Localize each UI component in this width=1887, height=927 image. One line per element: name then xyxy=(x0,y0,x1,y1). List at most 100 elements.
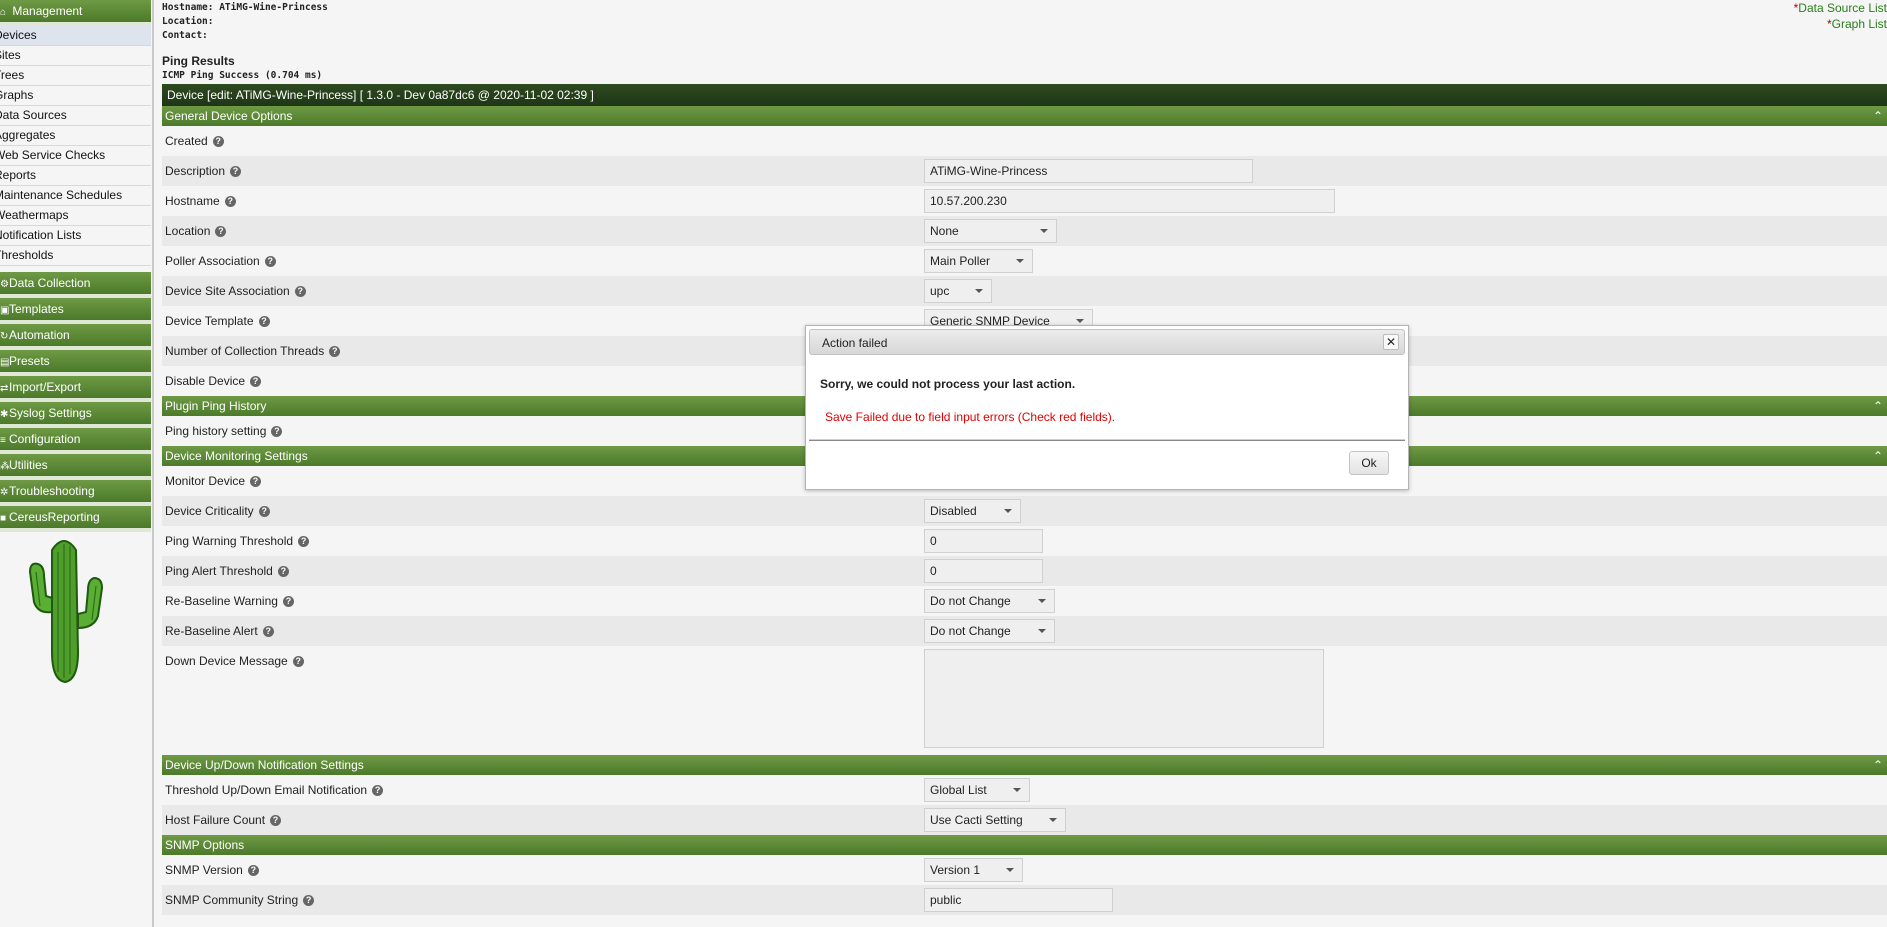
sidebar-item-sites[interactable]: Sites xyxy=(0,46,151,66)
sidebar-item-maintenance-schedules[interactable]: Maintenance Schedules xyxy=(0,186,151,206)
collapse-icon[interactable]: ⌃ xyxy=(1873,446,1883,466)
collapse-icon[interactable]: ⌃ xyxy=(1873,106,1883,126)
sidebar-item-weathermaps[interactable]: Weathermaps xyxy=(0,206,151,226)
field-label: Location? xyxy=(165,224,227,238)
chevron-down-icon xyxy=(1040,229,1048,233)
menu-automation[interactable]: ↻Automation xyxy=(0,324,151,350)
menu-troubleshooting[interactable]: ✲Troubleshooting xyxy=(0,480,151,506)
sidebar-item-aggregates[interactable]: Aggregates xyxy=(0,126,151,146)
help-icon[interactable]: ? xyxy=(247,865,259,876)
field-label: Device Criticality? xyxy=(165,504,270,518)
ping-warning-input[interactable] xyxy=(924,529,1043,553)
report-icon: ■ xyxy=(0,513,7,524)
menu-configuration[interactable]: ≡ Configuration xyxy=(0,428,151,454)
menu-syslog-settings[interactable]: ✱Syslog Settings xyxy=(0,402,151,428)
data-source-list-link[interactable]: Data Source List xyxy=(1798,1,1887,15)
threshold-notification-select[interactable]: Global List xyxy=(924,778,1030,802)
help-icon[interactable]: ? xyxy=(212,136,224,147)
menu-presets[interactable]: ▤Presets xyxy=(0,350,151,376)
sidebar-item-trees[interactable]: Trees xyxy=(0,66,151,86)
snmp-version-select[interactable]: Version 1 xyxy=(924,858,1023,882)
location-select[interactable]: None xyxy=(924,219,1057,243)
section-title: Device Up/Down Notification Settings xyxy=(165,758,364,772)
row-ping-alert: Ping Alert Threshold? xyxy=(162,556,1887,586)
menu-management-label: Management xyxy=(12,4,83,18)
help-icon[interactable]: ? xyxy=(294,286,306,297)
row-down-device-message: Down Device Message? xyxy=(162,646,1887,755)
help-icon[interactable]: ? xyxy=(303,895,315,906)
row-snmp-version: SNMP Version? Version 1 xyxy=(162,855,1887,885)
help-icon[interactable]: ? xyxy=(271,426,283,437)
menu-label: Import/Export xyxy=(9,380,82,394)
field-label: Monitor Device? xyxy=(165,474,262,488)
description-input[interactable] xyxy=(924,159,1253,183)
help-icon[interactable]: ? xyxy=(230,166,242,177)
menu-templates[interactable]: ▣Templates xyxy=(0,298,151,324)
sidebar: ⌂ Management Devices Sites Trees Graphs … xyxy=(0,0,154,927)
gear-icon: ⚙ xyxy=(0,279,9,290)
snmp-community-input[interactable] xyxy=(924,888,1113,912)
row-poller: Poller Association? Main Poller xyxy=(162,246,1887,276)
ok-button[interactable]: Ok xyxy=(1349,451,1389,475)
menu-label: Automation xyxy=(9,328,70,342)
sidebar-item-devices[interactable]: Devices xyxy=(0,26,151,46)
rebaseline-warning-select[interactable]: Do not Change xyxy=(924,589,1055,613)
section-title: Plugin Ping History xyxy=(165,399,267,413)
sidebar-item-web-service-checks[interactable]: Web Service Checks xyxy=(0,146,151,166)
chevron-down-icon xyxy=(1016,259,1024,263)
help-icon[interactable]: ? xyxy=(262,626,274,637)
help-icon[interactable]: ? xyxy=(215,226,227,237)
sidebar-item-thresholds[interactable]: Thresholds xyxy=(0,246,151,266)
collapse-icon[interactable]: ⌃ xyxy=(1873,396,1883,416)
field-label: Created? xyxy=(165,134,224,148)
criticality-select[interactable]: Disabled xyxy=(924,499,1021,523)
help-icon[interactable]: ? xyxy=(264,256,276,267)
help-icon[interactable]: ? xyxy=(258,316,270,327)
refresh-icon: ↻ xyxy=(0,331,9,342)
field-label: Description? xyxy=(165,164,242,178)
help-icon[interactable]: ? xyxy=(258,506,270,517)
field-label: Ping history setting? xyxy=(165,424,283,438)
menu-label: CereusReporting xyxy=(9,510,100,524)
down-device-message-textarea[interactable] xyxy=(924,649,1324,748)
help-icon[interactable]: ? xyxy=(250,476,262,487)
main-content: Hostname: ATiMG-Wine-Princess Location: … xyxy=(162,0,1887,927)
field-label: Re-Baseline Warning? xyxy=(165,594,294,608)
menu-utilities[interactable]: ⁂Utilities xyxy=(0,454,151,480)
help-icon[interactable]: ? xyxy=(298,536,310,547)
menu-label: Templates xyxy=(9,302,64,316)
menu-import-export[interactable]: ⇄Import/Export xyxy=(0,376,151,402)
help-icon[interactable]: ? xyxy=(250,376,262,387)
section-title: General Device Options xyxy=(165,109,293,123)
help-icon[interactable]: ? xyxy=(224,196,236,207)
help-icon[interactable]: ? xyxy=(277,566,289,577)
sidebar-item-graphs[interactable]: Graphs xyxy=(0,86,151,106)
menu-data-collection[interactable]: ⚙Data Collection xyxy=(0,272,151,298)
sidebar-item-reports[interactable]: Reports xyxy=(0,166,151,186)
dialog-titlebar[interactable]: Action failed ✕ xyxy=(809,329,1405,355)
document-icon: ▣ xyxy=(0,305,10,316)
graph-list-link[interactable]: Graph List xyxy=(1832,17,1887,31)
hostname-input[interactable] xyxy=(924,189,1335,213)
host-failure-select[interactable]: Use Cacti Setting xyxy=(924,808,1066,832)
sidebar-item-data-sources[interactable]: Data Sources xyxy=(0,106,151,126)
close-icon[interactable]: ✕ xyxy=(1383,334,1399,350)
collapse-icon[interactable]: ⌃ xyxy=(1873,755,1883,775)
help-icon[interactable]: ? xyxy=(270,815,282,826)
help-icon[interactable]: ? xyxy=(282,596,294,607)
menu-management[interactable]: ⌂ Management xyxy=(0,0,151,26)
poller-select[interactable]: Main Poller xyxy=(924,249,1033,273)
ping-alert-input[interactable] xyxy=(924,559,1043,583)
field-label: Number of Collection Threads? xyxy=(165,344,341,358)
chevron-down-icon xyxy=(1049,818,1057,822)
row-created: Created? xyxy=(162,126,1887,156)
help-icon[interactable]: ? xyxy=(292,656,304,667)
help-icon[interactable]: ? xyxy=(329,346,341,357)
field-label: Threshold Up/Down Email Notification? xyxy=(165,783,384,797)
row-host-failure-count: Host Failure Count? Use Cacti Setting xyxy=(162,805,1887,835)
help-icon[interactable]: ? xyxy=(372,785,384,796)
site-select[interactable]: upc xyxy=(924,279,992,303)
rebaseline-alert-select[interactable]: Do not Change xyxy=(924,619,1055,643)
sidebar-item-notification-lists[interactable]: Notification Lists xyxy=(0,226,151,246)
menu-cereusreporting[interactable]: ■ CereusReporting xyxy=(0,506,151,532)
